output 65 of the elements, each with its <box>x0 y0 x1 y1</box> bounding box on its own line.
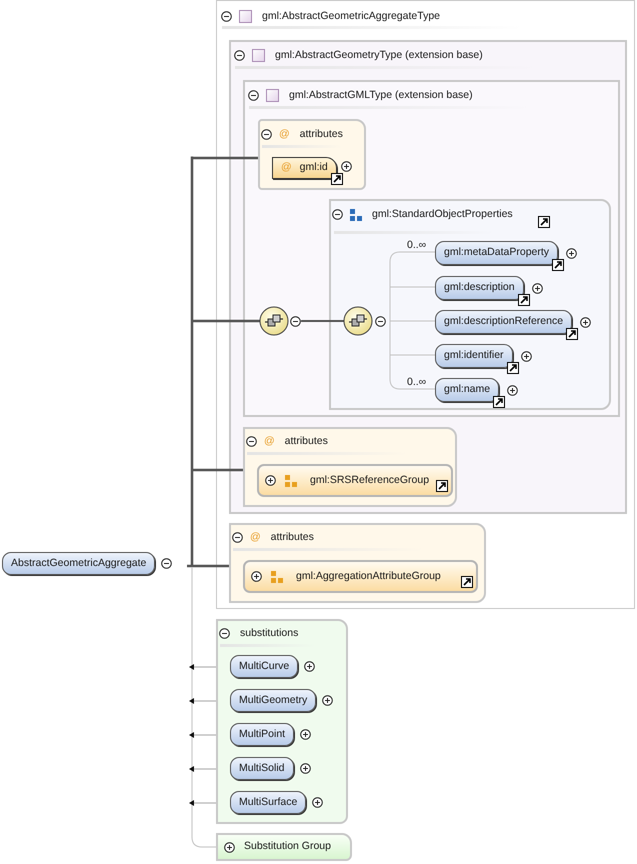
expand-icon[interactable] <box>300 763 311 774</box>
group-icon <box>271 570 283 582</box>
link-arrow-icon[interactable] <box>493 396 506 408</box>
link-arrow-icon[interactable] <box>506 362 519 374</box>
attribute-marker: @ <box>250 530 261 545</box>
attribute-node[interactable]: @ gml:id <box>272 157 337 179</box>
element-node[interactable]: MultiSurface <box>230 791 306 814</box>
collapse-icon[interactable] <box>221 11 232 22</box>
type-icon <box>266 89 279 102</box>
link-arrow-icon[interactable] <box>566 328 578 340</box>
header-label: attributes <box>270 530 314 545</box>
type-icon <box>252 49 265 62</box>
header-label: attributes <box>300 127 343 142</box>
collapse-icon[interactable] <box>332 209 343 220</box>
link-arrow-icon[interactable] <box>518 294 530 306</box>
attribute-group-node[interactable]: gml:AggregationAttributeGroup <box>243 560 478 593</box>
header-label: substitutions <box>240 626 298 641</box>
element-node[interactable]: gml:name <box>435 378 500 402</box>
element-node[interactable]: gml:metaDataProperty <box>435 241 558 265</box>
collapse-icon[interactable] <box>232 532 243 544</box>
link-arrow-icon[interactable] <box>436 480 448 492</box>
collapse-icon[interactable] <box>161 558 172 569</box>
type-icon <box>239 10 252 24</box>
collapse-icon[interactable] <box>290 316 301 327</box>
element-node[interactable]: gml:descriptionReference <box>435 310 572 334</box>
occurrence-label: 0..∞ <box>407 238 426 253</box>
header-label: gml:StandardObjectProperties <box>372 207 513 222</box>
element-node[interactable]: gml:identifier <box>435 344 513 368</box>
substitution-group-node[interactable]: Substitution Group <box>216 833 352 861</box>
expand-icon[interactable] <box>265 475 276 486</box>
expand-icon[interactable] <box>312 797 324 808</box>
group-icon <box>350 208 362 221</box>
group-icon <box>285 474 297 486</box>
link-arrow-icon[interactable] <box>552 259 564 271</box>
expand-icon[interactable] <box>304 661 316 672</box>
link-arrow-icon[interactable] <box>461 576 473 588</box>
collapse-icon[interactable] <box>375 316 386 327</box>
collapse-icon[interactable] <box>219 628 230 640</box>
header-label: gml:AbstractGeometricAggregateType <box>262 9 440 24</box>
element-node[interactable]: MultiPoint <box>230 723 294 746</box>
header-label: gml:AbstractGMLType (extension base) <box>289 88 473 103</box>
attribute-group-node[interactable]: gml:SRSReferenceGroup <box>257 464 453 497</box>
expand-icon[interactable] <box>224 842 235 852</box>
expand-icon[interactable] <box>251 571 262 582</box>
element-node[interactable]: gml:description <box>435 276 524 300</box>
expand-icon[interactable] <box>322 695 334 706</box>
collapse-icon[interactable] <box>246 436 257 448</box>
header-label: gml:AbstractGeometryType (extension base) <box>275 48 483 63</box>
element-node[interactable]: MultiGeometry <box>230 689 316 712</box>
collapse-icon[interactable] <box>261 129 272 140</box>
attribute-marker: @ <box>279 127 290 142</box>
element-node[interactable]: AbstractGeometricAggregate <box>2 552 156 575</box>
collapse-icon[interactable] <box>248 90 259 102</box>
sequence-icon <box>343 306 373 336</box>
link-arrow-icon[interactable] <box>330 173 343 185</box>
expand-icon[interactable] <box>300 729 312 740</box>
collapse-icon[interactable] <box>234 50 245 62</box>
link-arrow-icon[interactable] <box>538 216 550 228</box>
element-node[interactable]: MultiSolid <box>230 757 294 780</box>
occurrence-label: 0..∞ <box>407 375 426 390</box>
header-label: attributes <box>284 434 328 449</box>
sequence-icon <box>259 306 289 336</box>
connector-line <box>301 320 344 322</box>
attribute-marker: @ <box>264 434 275 449</box>
element-node[interactable]: MultiCurve <box>230 655 298 678</box>
